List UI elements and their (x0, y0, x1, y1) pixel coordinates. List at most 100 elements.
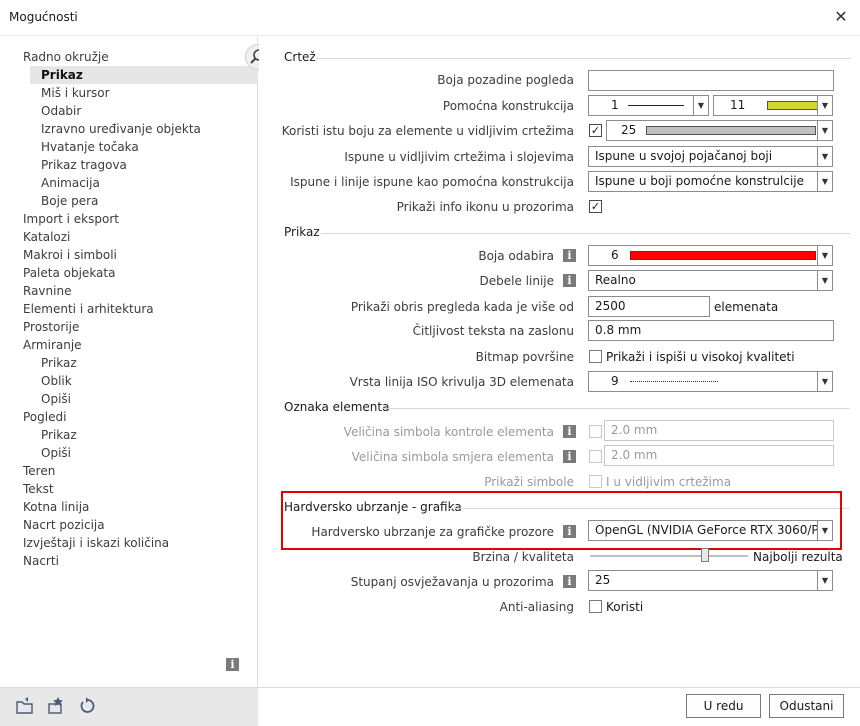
fill-aux-label: Ispune i linije ispune kao pomoćna konst… (290, 175, 574, 189)
options-tree: Radno okružje Prikaz Miš i kursor Odabir Izr… (0, 37, 258, 687)
outline-input[interactable]: 2500 (588, 296, 710, 317)
info-icon[interactable]: i (563, 425, 576, 438)
aux-color-number: 11 (730, 98, 746, 112)
tree-item[interactable]: Elementi i arhitektura (23, 300, 154, 318)
speed-quality-label: Brzina / kvaliteta (472, 550, 574, 564)
thick-lines-select[interactable]: Realno (588, 270, 818, 291)
background-color-field[interactable] (588, 70, 834, 91)
tree-item[interactable]: Radno okružje (23, 48, 109, 66)
outline-unit: elemenata (714, 300, 779, 314)
tree-item[interactable]: Prikaz (30, 66, 258, 84)
direction-symbol-size-input[interactable]: 2.0 mm (604, 445, 834, 466)
readability-input[interactable]: 0.8 mm (588, 320, 834, 341)
same-color-number: 25 (621, 123, 637, 137)
anti-aliasing-label: Anti-aliasing (499, 600, 574, 614)
selection-color-dropdown-icon[interactable]: ▼ (817, 245, 833, 266)
tree-item[interactable]: Pogledi (23, 408, 66, 426)
fill-visible-select[interactable]: Ispune u svojoj pojačanoj boji (588, 146, 818, 167)
info-icon-checkbox[interactable]: ✓ (589, 200, 602, 213)
anti-aliasing-checkbox[interactable] (589, 600, 602, 613)
info-icon[interactable]: i (563, 575, 576, 588)
tree-item[interactable]: Opiši (41, 444, 71, 462)
reset-icon[interactable] (76, 695, 98, 717)
selection-color-select[interactable]: 6 (588, 245, 818, 266)
ok-button[interactable]: U redu (686, 694, 761, 718)
readability-label: Čitljivost teksta na zaslonu (412, 324, 574, 338)
cancel-button[interactable]: Odustani (769, 694, 844, 718)
tree-item[interactable]: Boje pera (41, 192, 98, 210)
tree-item[interactable]: Animacija (41, 174, 100, 192)
control-symbol-size-label: Veličina simbola kontrole elementa (343, 425, 554, 439)
tree-item[interactable]: Paleta objekata (23, 264, 115, 282)
tree-item[interactable]: Nacrt pozicija (23, 516, 105, 534)
tree-item[interactable]: Oblik (41, 372, 72, 390)
section-divider (316, 58, 850, 59)
info-icon-label: Prikaži info ikonu u prozorima (396, 200, 574, 214)
fill-visible-label: Ispune u vidljivim crtežima i slojevima (344, 150, 574, 164)
tree-item[interactable]: Prostorije (23, 318, 79, 336)
selection-color-number: 6 (611, 248, 619, 262)
aux-color-dropdown-icon[interactable]: ▼ (817, 95, 833, 116)
same-color-select[interactable]: 25 (606, 120, 818, 141)
control-symbol-size-input[interactable]: 2.0 mm (604, 420, 834, 441)
speed-quality-track[interactable] (590, 555, 748, 557)
tree-item[interactable]: Nacrti (23, 552, 59, 570)
direction-symbol-size-checkbox[interactable] (589, 450, 602, 463)
thick-lines-label: Debele linije (479, 274, 554, 288)
aux-line-dropdown-icon[interactable]: ▼ (693, 95, 709, 116)
info-icon[interactable]: i (563, 274, 576, 287)
tree-item[interactable]: Makroi i simboli (23, 246, 117, 264)
show-symbols-checkbox[interactable] (589, 475, 602, 488)
close-icon[interactable]: ✕ (830, 6, 852, 28)
favorites-icon[interactable] (45, 695, 67, 717)
section-divider (321, 233, 850, 234)
tree-item[interactable]: Katalozi (23, 228, 70, 246)
title-bar: Mogućnosti ✕ (0, 0, 860, 36)
section-title-prikaz: Prikaz (284, 225, 320, 239)
tree-item[interactable]: Ravnine (23, 282, 71, 300)
section-divider (382, 408, 850, 409)
open-folder-icon[interactable] (14, 695, 36, 717)
line-sample (630, 381, 719, 382)
info-icon[interactable]: i (563, 450, 576, 463)
iso-lines-select[interactable]: 9 (588, 371, 818, 392)
bitmap-label: Bitmap površine (475, 350, 574, 364)
line-sample (628, 105, 685, 106)
same-color-dropdown-icon[interactable]: ▼ (817, 120, 833, 141)
tree-item[interactable]: Prikaz (41, 354, 77, 372)
aux-line-select[interactable]: 1 (588, 95, 695, 116)
tree-item[interactable]: Tekst (23, 480, 54, 498)
tree-item[interactable]: Armiranje (23, 336, 82, 354)
tree-item[interactable]: Odabir (41, 102, 81, 120)
tree-item[interactable]: Prikaz tragova (41, 156, 127, 174)
direction-symbol-size-label: Veličina simbola smjera elementa (351, 450, 554, 464)
tree-item[interactable]: Teren (23, 462, 55, 480)
bitmap-checkbox[interactable] (589, 350, 602, 363)
section-title-oznaka: Oznaka elementa (284, 400, 390, 414)
speed-quality-thumb[interactable] (701, 548, 710, 562)
fill-visible-dropdown-icon[interactable]: ▼ (817, 146, 833, 167)
bitmap-option-label: Prikaži i ispiši u visokoj kvaliteti (606, 350, 795, 364)
bottom-toolbar (0, 687, 258, 726)
fill-aux-select[interactable]: Ispune u boji pomoćne konstrulcije (588, 171, 818, 192)
thick-lines-dropdown-icon[interactable]: ▼ (817, 270, 833, 291)
tree-item[interactable]: Opiši (41, 390, 71, 408)
aux-color-select[interactable]: 11 (713, 95, 818, 116)
iso-lines-label: Vrsta linija ISO krivulja 3D elemenata (349, 375, 574, 389)
fill-aux-dropdown-icon[interactable]: ▼ (817, 171, 833, 192)
tree-item[interactable]: Kotna linija (23, 498, 89, 516)
control-symbol-size-checkbox[interactable] (589, 425, 602, 438)
info-icon[interactable]: i (226, 658, 239, 671)
tree-item[interactable]: Miš i kursor (41, 84, 110, 102)
refresh-rate-dropdown-icon[interactable]: ▼ (817, 570, 833, 591)
tree-item[interactable]: Import i eksport (23, 210, 119, 228)
tree-item[interactable]: Prikaz (41, 426, 77, 444)
tree-item[interactable]: Hvatanje točaka (41, 138, 139, 156)
refresh-rate-select[interactable]: 25 (588, 570, 818, 591)
same-color-checkbox[interactable]: ✓ (589, 124, 602, 137)
tree-item[interactable]: Izravno uređivanje objekta (41, 120, 201, 138)
iso-lines-dropdown-icon[interactable]: ▼ (817, 371, 833, 392)
speed-quality-best-label: Najbolji rezulta (753, 550, 843, 564)
tree-item[interactable]: Izvještaji i iskazi količina (23, 534, 169, 552)
info-icon[interactable]: i (563, 249, 576, 262)
